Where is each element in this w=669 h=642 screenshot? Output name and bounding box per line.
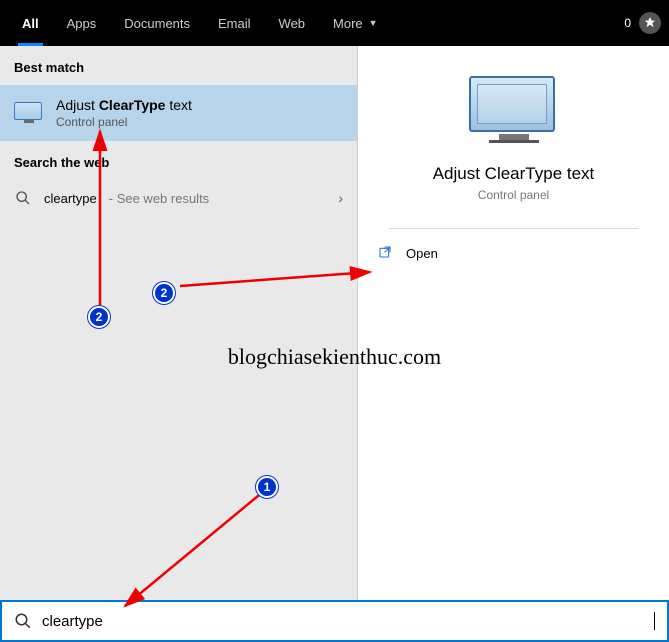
tab-all[interactable]: All: [8, 0, 53, 46]
best-match-title: Adjust ClearType text: [56, 97, 192, 113]
rewards-badge-icon[interactable]: [639, 12, 661, 34]
open-label: Open: [406, 246, 438, 261]
search-bar[interactable]: [0, 600, 669, 642]
tab-documents[interactable]: Documents: [110, 0, 204, 46]
preview-panel: Adjust ClearType text Control panel Open: [358, 46, 669, 600]
web-result-query: cleartype: [44, 191, 97, 206]
tab-label: All: [22, 16, 39, 31]
tab-label: Documents: [124, 16, 190, 31]
tab-label: More: [333, 16, 363, 31]
best-match-header: Best match: [0, 46, 357, 85]
best-match-subtitle: Control panel: [56, 115, 192, 129]
tab-more[interactable]: More ▼: [319, 0, 392, 46]
preview-monitor-icon: [469, 76, 559, 146]
search-input[interactable]: [42, 613, 652, 630]
search-body: Best match Adjust ClearType text Control…: [0, 46, 669, 600]
tab-label: Web: [279, 16, 306, 31]
results-panel: Best match Adjust ClearType text Control…: [0, 46, 358, 600]
chevron-right-icon: ›: [338, 190, 343, 206]
open-icon: [378, 245, 394, 261]
web-result-row[interactable]: cleartype - See web results ›: [0, 180, 357, 216]
monitor-icon: [14, 102, 44, 124]
web-result-suffix: - See web results: [109, 191, 209, 206]
search-web-header: Search the web: [0, 141, 357, 180]
tab-label: Email: [218, 16, 251, 31]
best-match-text: Adjust ClearType text Control panel: [56, 97, 192, 129]
tab-web[interactable]: Web: [265, 0, 320, 46]
tab-label: Apps: [67, 16, 97, 31]
best-match-result[interactable]: Adjust ClearType text Control panel: [0, 85, 357, 141]
chevron-down-icon: ▼: [369, 18, 378, 28]
text-caret: [654, 612, 655, 630]
rewards-count: 0: [624, 16, 631, 30]
search-icon: [14, 190, 32, 206]
preview-subtitle: Control panel: [478, 188, 549, 202]
preview-title: Adjust ClearType text: [433, 164, 595, 184]
tab-apps[interactable]: Apps: [53, 0, 111, 46]
search-nav-bar: All Apps Documents Email Web More ▼ 0: [0, 0, 669, 46]
search-icon: [14, 612, 32, 630]
open-action[interactable]: Open: [358, 229, 669, 277]
tab-email[interactable]: Email: [204, 0, 265, 46]
